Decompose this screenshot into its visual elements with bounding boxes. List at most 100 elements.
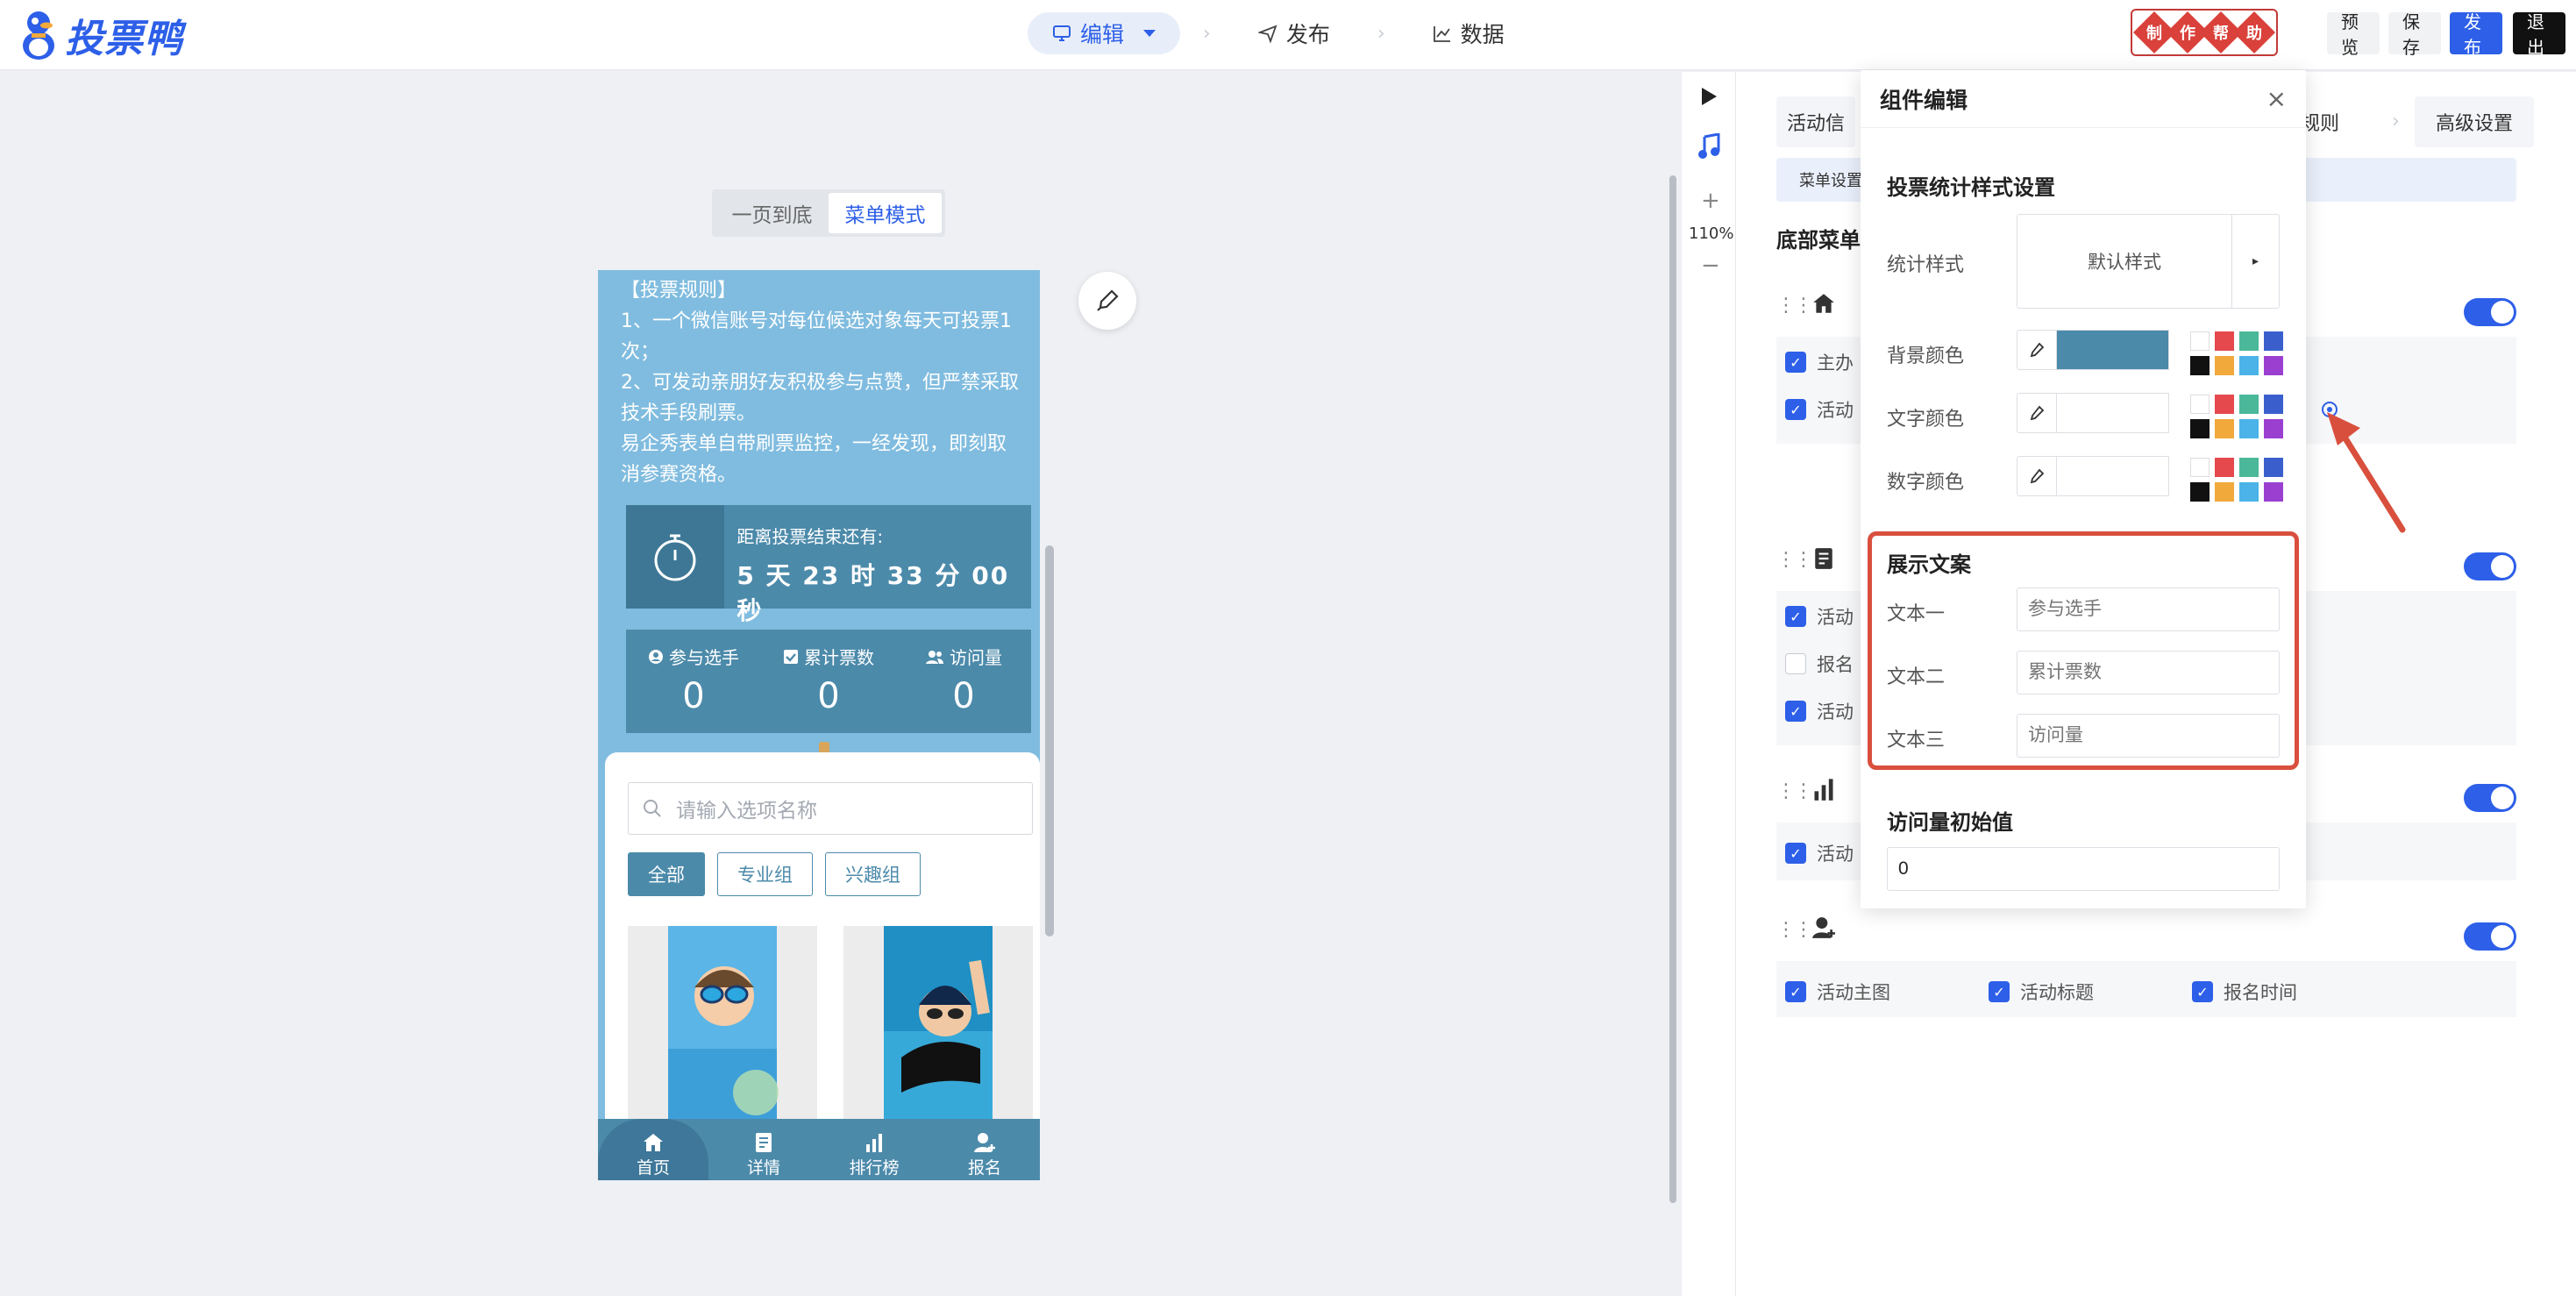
palette-swatch[interactable]	[2215, 395, 2234, 414]
user-circle-icon	[649, 649, 663, 664]
palette-swatch[interactable]	[2239, 419, 2259, 438]
mode-menu[interactable]: 菜单模式	[829, 193, 942, 233]
option-row[interactable]: 报名	[1785, 651, 1854, 677]
palette-swatch[interactable]	[2264, 395, 2283, 414]
palette-swatch[interactable]	[2264, 419, 2283, 438]
palette-swatch[interactable]	[2190, 356, 2210, 375]
checkbox-empty-icon	[1785, 653, 1806, 674]
option-row[interactable]: ✓ 活动	[1785, 698, 1854, 724]
music-icon[interactable]	[1697, 133, 1720, 160]
eyedropper-icon[interactable]	[2017, 393, 2057, 433]
tab-signup[interactable]: 报名	[929, 1119, 1040, 1180]
palette-swatch[interactable]	[2264, 331, 2283, 351]
palette-swatch[interactable]	[2215, 356, 2234, 375]
drag-grip-icon[interactable]: ⋮⋮	[1776, 295, 1813, 317]
menu-toggle[interactable]	[2464, 552, 2516, 580]
tab-advanced[interactable]: 高级设置	[2415, 96, 2534, 147]
save-button[interactable]: 保存	[2388, 11, 2441, 58]
style-value: 默认样式	[2088, 252, 2161, 273]
option-row[interactable]: ✓ 活动标题	[1989, 979, 2094, 1005]
tab-activity-info[interactable]: 活动信	[1776, 96, 1855, 147]
tag-hobby[interactable]: 兴趣组	[825, 852, 921, 896]
step-data[interactable]: 数据	[1408, 12, 1529, 54]
tag-professional[interactable]: 专业组	[717, 852, 813, 896]
palette-swatch[interactable]	[2215, 331, 2234, 351]
publish-button[interactable]: 发布	[2450, 11, 2502, 58]
palette-swatch[interactable]	[2264, 458, 2283, 477]
logo[interactable]: 投票鸭	[19, 7, 183, 63]
zoom-in-icon[interactable]: +	[1701, 188, 1720, 214]
palette-swatch[interactable]	[2215, 482, 2234, 502]
tab-details[interactable]: 详情	[708, 1119, 819, 1180]
vote-rules[interactable]: 【投票规则】 1、一个微信账号对每位候选对象每天可投票1次； 2、可发动亲朋好友…	[621, 275, 1024, 490]
vote-stats[interactable]: 参与选手 0 累计票数 0 访问量 0	[626, 630, 1031, 733]
canvas-scrollbar[interactable]	[1669, 175, 1676, 1203]
palette-swatch[interactable]	[2264, 482, 2283, 502]
palette-swatch[interactable]	[2190, 419, 2210, 438]
option-row[interactable]: ✓ 活动主图	[1785, 979, 1890, 1005]
text-color-field[interactable]	[2017, 393, 2169, 433]
tab-home[interactable]: 首页	[598, 1119, 708, 1180]
preview-button[interactable]: 预览	[2327, 11, 2380, 58]
palette-swatch[interactable]	[2239, 482, 2259, 502]
palette-swatch[interactable]	[2264, 356, 2283, 375]
candidate-photo[interactable]	[843, 926, 1033, 1128]
option-row[interactable]: ✓ 报名时间	[2192, 979, 2297, 1005]
exit-button[interactable]: 退出	[2513, 11, 2565, 58]
text3-input[interactable]	[2017, 714, 2280, 758]
palette-swatch[interactable]	[2239, 356, 2259, 375]
style-select[interactable]: 默认样式 ▸	[2017, 214, 2280, 309]
component-edit-dialog: 组件编辑 × 投票统计样式设置 统计样式 默认样式 ▸ 背景颜色 文字颜色 数字…	[1861, 70, 2306, 908]
preview-scrollbar[interactable]	[1045, 545, 1054, 936]
num-color-swatch[interactable]	[2057, 456, 2169, 496]
palette-swatch[interactable]	[2239, 395, 2259, 414]
step-publish[interactable]: 发布	[1234, 12, 1355, 54]
close-icon[interactable]: ×	[2266, 84, 2287, 113]
menu-toggle[interactable]	[2464, 298, 2516, 326]
mode-single-page[interactable]: 一页到底	[715, 193, 829, 233]
palette-swatch[interactable]	[2190, 458, 2210, 477]
drag-grip-icon[interactable]: ⋮⋮	[1776, 780, 1813, 802]
tag-all[interactable]: 全部	[628, 852, 705, 896]
option-row[interactable]: ✓ 活动	[1785, 840, 1854, 866]
palette-swatch[interactable]	[2215, 419, 2234, 438]
bg-color-field[interactable]	[2017, 330, 2169, 370]
style-brush-button[interactable]	[1078, 272, 1136, 330]
drag-grip-icon[interactable]: ⋮⋮	[1776, 549, 1813, 571]
step-edit[interactable]: 编辑	[1028, 12, 1181, 54]
option-row[interactable]: ✓ 活动	[1785, 396, 1854, 423]
color-palette	[2190, 458, 2283, 502]
option-row[interactable]: ✓ 活动	[1785, 603, 1854, 630]
help-badge[interactable]: 制 作 帮 助	[2131, 9, 2278, 56]
bg-color-swatch[interactable]	[2057, 330, 2169, 370]
menu-toggle[interactable]	[2464, 784, 2516, 812]
palette-swatch[interactable]	[2239, 331, 2259, 351]
text2-input[interactable]	[2017, 651, 2280, 694]
checkbox-icon: ✓	[1785, 981, 1806, 1002]
drag-grip-icon[interactable]: ⋮⋮	[1776, 919, 1813, 941]
play-icon[interactable]	[1699, 86, 1719, 107]
mode-toggle: 一页到底 菜单模式	[712, 189, 945, 237]
menu-toggle[interactable]	[2464, 922, 2516, 951]
num-color-field[interactable]	[2017, 456, 2169, 496]
palette-swatch[interactable]	[2215, 458, 2234, 477]
countdown-timer[interactable]: 距离投票结束还有: 5 天 23 时 33 分 00 秒	[626, 505, 1031, 625]
palette-swatch[interactable]	[2190, 395, 2210, 414]
tab-ranking[interactable]: 排行榜	[819, 1119, 929, 1180]
dialog-title: 组件编辑	[1861, 70, 2306, 128]
checkbox-icon: ✓	[1785, 701, 1806, 722]
palette-swatch[interactable]	[2239, 458, 2259, 477]
text-color-swatch[interactable]	[2057, 393, 2169, 433]
option-row[interactable]: ✓ 主办	[1785, 349, 1854, 375]
initial-visits-input[interactable]	[1887, 847, 2280, 891]
candidate-photo[interactable]	[628, 926, 817, 1128]
eyedropper-icon[interactable]	[2017, 456, 2057, 496]
search-input[interactable]: 请输入选项名称	[628, 782, 1033, 835]
eyedropper-icon[interactable]	[2017, 330, 2057, 370]
palette-swatch[interactable]	[2190, 331, 2210, 351]
chevron-right-icon: ›	[1377, 22, 1385, 45]
palette-swatch[interactable]	[2190, 482, 2210, 502]
text1-input[interactable]	[2017, 587, 2280, 631]
zoom-out-icon[interactable]: −	[1701, 253, 1720, 279]
option-label: 活动	[1817, 844, 1854, 865]
